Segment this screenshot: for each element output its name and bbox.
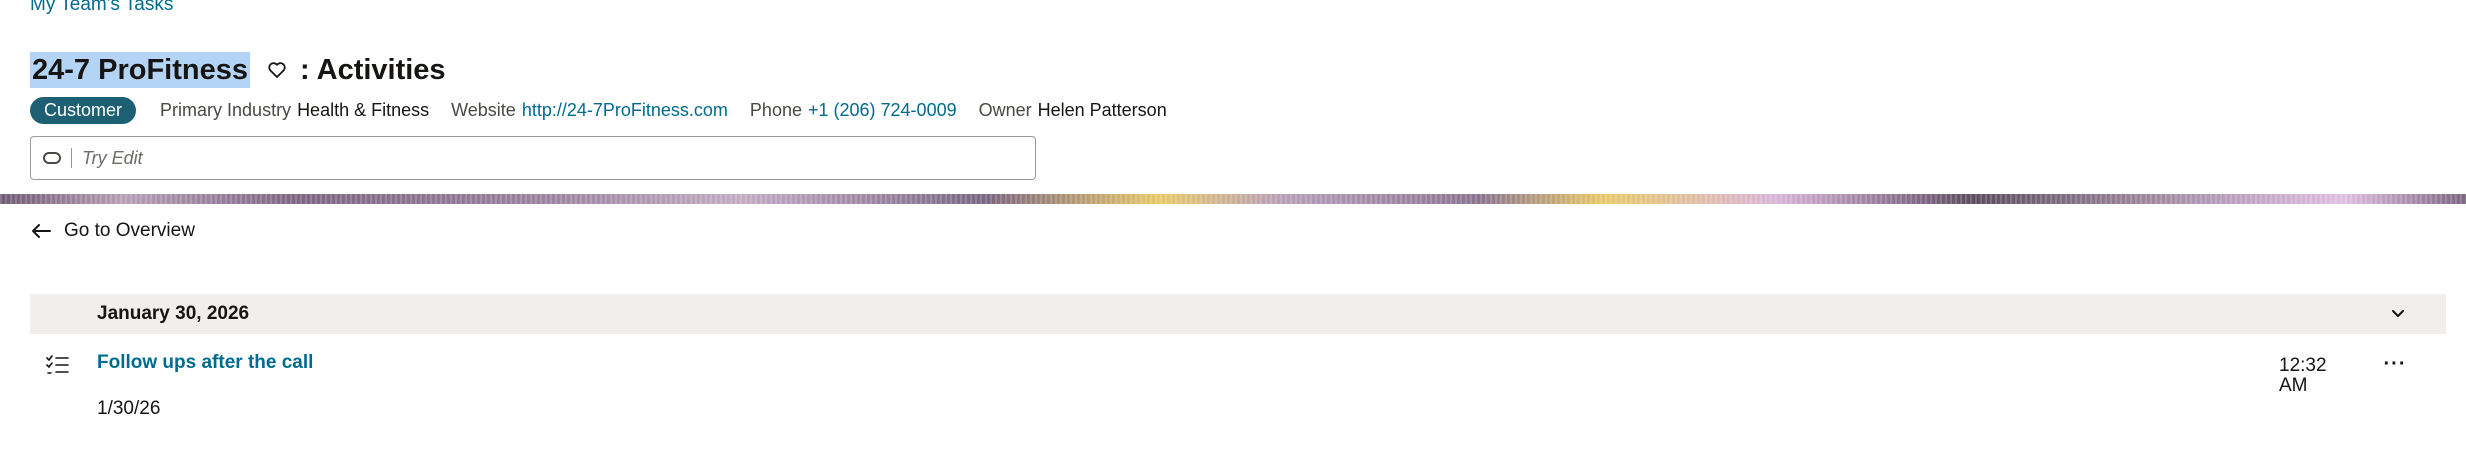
customer-badge: Customer — [30, 97, 137, 124]
try-edit-input[interactable]: Try Edit — [30, 136, 1036, 180]
page-title-suffix: : Activities — [299, 53, 446, 86]
chevron-down-icon[interactable] — [2390, 306, 2406, 322]
activity-time: 12:32 AM — [2279, 355, 2327, 396]
activity-date: 1/30/26 — [97, 398, 161, 419]
owner-label: Owner — [978, 100, 1032, 120]
ai-pill-icon — [43, 152, 61, 164]
website-link[interactable]: http://24-7ProFitness.com — [522, 100, 728, 121]
task-checklist-icon — [46, 355, 69, 374]
industry-label: Primary Industry — [160, 100, 292, 120]
breadcrumb-link[interactable]: My Team's Tasks — [30, 0, 173, 16]
account-meta-row: Customer Primary Industry Health & Fitne… — [30, 97, 1189, 124]
decorative-banner — [0, 194, 2466, 204]
more-actions-icon[interactable]: ··· — [2380, 352, 2410, 376]
activity-row: Follow ups after the call 1/30/26 12:32 … — [30, 344, 2446, 424]
arrow-left-icon — [32, 224, 51, 238]
owner-value: Helen Patterson — [1037, 100, 1167, 120]
go-to-overview-link[interactable]: Go to Overview — [30, 220, 195, 242]
activity-title-link[interactable]: Follow ups after the call — [97, 352, 313, 374]
phone-link[interactable]: +1 (206) 724-0009 — [808, 100, 957, 121]
website-label: Website — [451, 100, 516, 120]
heart-outline-icon[interactable] — [266, 59, 288, 81]
try-edit-placeholder: Try Edit — [82, 147, 143, 168]
page-title-row: 24-7 ProFitness : Activities — [30, 50, 446, 90]
account-name-title: 24-7 ProFitness — [30, 52, 250, 88]
go-to-overview-label: Go to Overview — [64, 220, 195, 241]
date-group-header[interactable]: January 30, 2026 — [30, 294, 2446, 334]
phone-label: Phone — [749, 100, 802, 120]
industry-value: Health & Fitness — [297, 100, 430, 120]
input-divider — [71, 148, 72, 168]
date-group-label: January 30, 2026 — [97, 303, 250, 324]
